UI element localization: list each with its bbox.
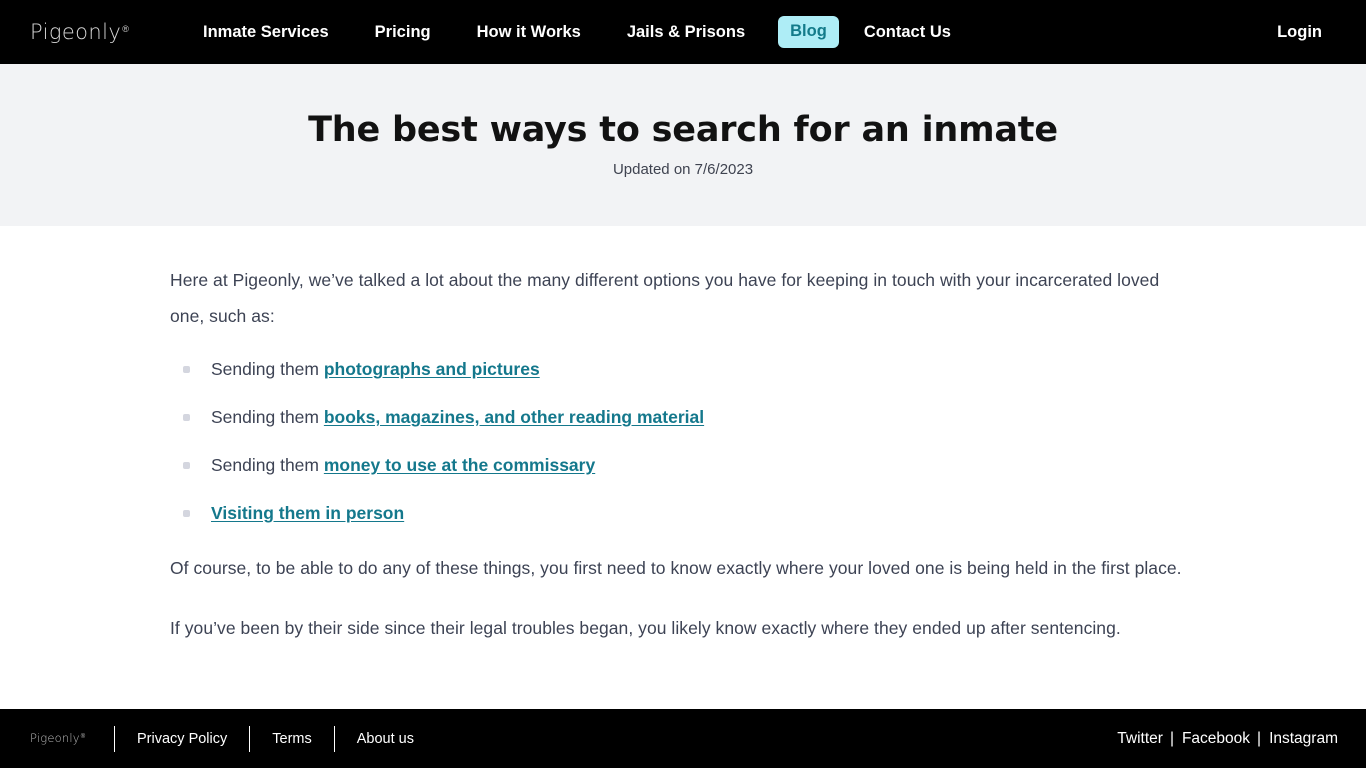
footer-link-privacy-policy[interactable]: Privacy Policy <box>137 731 227 747</box>
brand-wordmark: Pigeonly <box>30 19 122 44</box>
list-item: Visiting them in person <box>170 502 1196 524</box>
nav-item-contact-us[interactable]: Contact Us <box>864 23 951 42</box>
top-navigation-bar: Pigeonly ® Inmate Services Pricing How i… <box>0 0 1366 64</box>
footer-link-facebook[interactable]: Facebook <box>1182 730 1250 748</box>
list-item: Sending them photographs and pictures <box>170 358 1196 380</box>
intro-paragraph: Here at Pigeonly, we’ve talked a lot abo… <box>170 270 1160 326</box>
footer-social-separator: | <box>1257 729 1262 747</box>
list-item: Sending them books, magazines, and other… <box>170 406 1196 428</box>
footer-link-instagram[interactable]: Instagram <box>1269 730 1338 748</box>
updated-date: Updated on 7/6/2023 <box>612 160 754 178</box>
list-item-prefix: Sending them <box>211 455 324 475</box>
list-item: Sending them money to use at the commiss… <box>170 454 1196 476</box>
nav-item-inmate-services[interactable]: Inmate Services <box>203 23 329 42</box>
list-item-prefix: Sending them <box>211 359 324 379</box>
footer-pigeonly-logo[interactable]: Pigeonly ® <box>30 730 92 745</box>
nav-item-blog[interactable]: Blog <box>778 16 839 48</box>
nav-item-pricing[interactable]: Pricing <box>375 23 431 42</box>
footer-link-twitter[interactable]: Twitter <box>1117 730 1163 748</box>
link-photographs-and-pictures[interactable]: photographs and pictures <box>324 359 540 379</box>
nav-item-how-it-works[interactable]: How it Works <box>477 23 581 42</box>
article-body: Here at Pigeonly, we’ve talked a lot abo… <box>0 226 1366 768</box>
link-visiting-them-in-person[interactable]: Visiting them in person <box>211 503 404 523</box>
nav-links: Inmate Services Pricing How it Works Jai… <box>203 16 951 48</box>
nav-item-jails-and-prisons[interactable]: Jails & Prisons <box>627 23 745 42</box>
link-books-magazines-reading-material[interactable]: books, magazines, and other reading mate… <box>324 407 704 427</box>
link-money-commissary[interactable]: money to use at the commissary <box>324 455 595 475</box>
site-footer: Pigeonly ® Privacy Policy Terms About us… <box>0 709 1366 768</box>
footer-social-links: Twitter | Facebook | Instagram <box>1117 730 1338 748</box>
footer-link-about-us[interactable]: About us <box>357 731 414 747</box>
footer-divider <box>333 725 335 752</box>
footer-divider <box>114 725 115 752</box>
footer-link-terms[interactable]: Terms <box>272 731 311 747</box>
hero-section: The best ways to search for an inmate Up… <box>0 64 1366 226</box>
list-item-prefix: Sending them <box>211 407 324 427</box>
footer-brand-wordmark: Pigeonly <box>30 730 80 745</box>
footer-registered-trademark-icon: ® <box>80 733 86 740</box>
options-list: Sending them photographs and pictures Se… <box>170 358 1196 524</box>
registered-trademark-icon: ® <box>122 23 129 34</box>
pigeonly-logo[interactable]: Pigeonly ® <box>30 19 146 44</box>
page-title: The best ways to search for an inmate <box>308 110 1058 150</box>
footer-divider <box>249 725 251 752</box>
footer-social-separator: | <box>1169 729 1174 747</box>
login-link[interactable]: Login <box>1277 23 1322 42</box>
paragraph-3: If you’ve been by their side since their… <box>170 618 1121 638</box>
paragraph-2: Of course, to be able to do any of these… <box>170 558 1182 578</box>
